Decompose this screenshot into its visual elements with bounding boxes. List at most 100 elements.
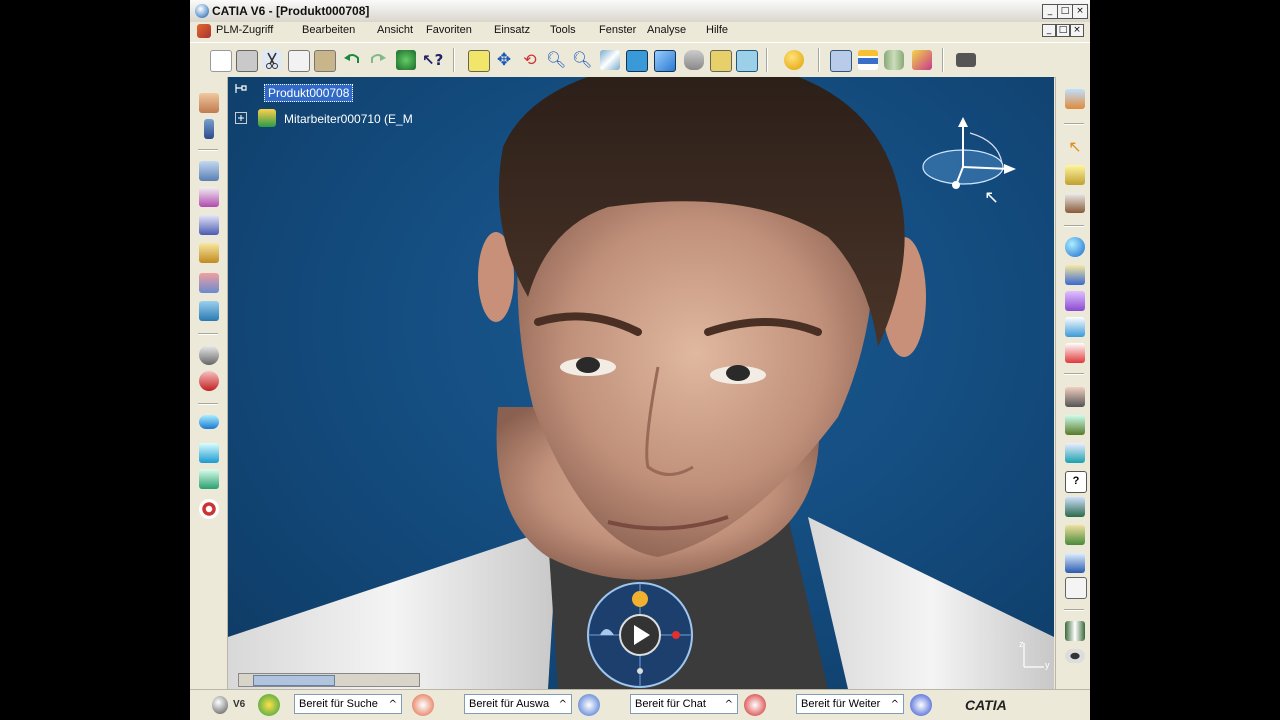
forward-kinematics-icon[interactable] xyxy=(199,243,219,263)
menu-plm-zugriff[interactable]: PLM-Zugriff xyxy=(216,24,273,36)
report-icon[interactable] xyxy=(1065,577,1087,599)
camera-icon[interactable] xyxy=(956,53,976,67)
clipboard-icon[interactable] xyxy=(1065,291,1085,311)
tree-child-node[interactable]: Mitarbeiter000710 (E_M xyxy=(284,112,413,126)
catalog-icon[interactable] xyxy=(1065,265,1085,285)
pan-icon[interactable]: ✥ xyxy=(494,50,514,70)
move-icon[interactable] xyxy=(199,273,219,293)
menu-hilfe[interactable]: Hilfe xyxy=(706,24,728,36)
zoom-in-icon[interactable]: 🔍︎ xyxy=(546,50,566,70)
search-status-field[interactable]: Bereit für Suche ^ xyxy=(294,694,402,714)
maximize-button[interactable]: □ xyxy=(1057,4,1073,19)
pill-icon[interactable] xyxy=(199,415,219,429)
catia-brand-logo: CATIA xyxy=(965,697,1007,713)
render-style-icon[interactable] xyxy=(684,50,704,70)
menu-bearbeiten[interactable]: Bearbeiten xyxy=(302,24,355,36)
hide-show-icon[interactable] xyxy=(710,50,732,72)
forward-status-field[interactable]: Bereit für Weiter ^ xyxy=(796,694,904,714)
sphere-add-icon[interactable] xyxy=(1065,237,1085,257)
chain-icon[interactable] xyxy=(199,469,219,489)
eye-icon[interactable] xyxy=(199,371,219,391)
3d-viewport[interactable]: Produkt000708 Mitarbeiter000710 (E_M ↖ z… xyxy=(228,77,1054,689)
minimize-button[interactable]: _ xyxy=(1042,4,1058,19)
assembly-icon[interactable] xyxy=(199,301,219,321)
mdi-close-button[interactable]: × xyxy=(1070,24,1084,37)
chat-status-field[interactable]: Bereit für Chat ^ xyxy=(630,694,738,714)
forward-icon[interactable] xyxy=(910,694,932,716)
swap-space-icon[interactable] xyxy=(736,50,758,72)
upload-icon[interactable] xyxy=(1065,553,1085,573)
chevron-up-icon[interactable]: ^ xyxy=(891,695,899,714)
close-button[interactable]: × xyxy=(1072,4,1088,19)
link-icon[interactable] xyxy=(199,443,219,463)
pin-icon[interactable] xyxy=(412,694,434,716)
menu-fenster[interactable]: Fenster xyxy=(599,24,636,36)
zoom-out-icon[interactable]: 🔍︎ xyxy=(572,50,592,70)
info-icon[interactable] xyxy=(578,694,600,716)
vision-icon[interactable] xyxy=(199,345,219,365)
refresh-icon[interactable] xyxy=(396,50,416,70)
select-icon[interactable]: ↖ xyxy=(1065,137,1085,157)
measure-icon[interactable] xyxy=(858,50,878,70)
3d-compass[interactable] xyxy=(918,113,1028,223)
workers-icon[interactable] xyxy=(1065,525,1085,545)
undo-icon[interactable] xyxy=(342,50,362,70)
tree-root-node[interactable]: Produkt000708 xyxy=(264,84,354,102)
person-weight-icon[interactable] xyxy=(1065,415,1085,435)
redo-icon[interactable] xyxy=(368,50,388,70)
tree-expand-icon[interactable] xyxy=(1065,193,1085,213)
cylinder-icon[interactable] xyxy=(884,50,904,70)
copy-icon[interactable] xyxy=(288,50,310,72)
menu-favoriten[interactable]: Favoriten xyxy=(426,24,472,36)
tree-expand-icon[interactable] xyxy=(235,112,247,124)
rotate-icon[interactable]: ⟲ xyxy=(520,50,540,70)
mdi-minimize-button[interactable]: _ xyxy=(1042,24,1056,37)
walk-person-icon[interactable] xyxy=(1065,497,1085,517)
angle-icon[interactable] xyxy=(199,215,219,235)
fit-all-icon[interactable] xyxy=(468,50,490,72)
paste-icon[interactable] xyxy=(314,50,336,72)
chat-icon[interactable] xyxy=(744,694,766,716)
help-icon[interactable]: ? xyxy=(1065,471,1087,493)
person-add-icon[interactable] xyxy=(1065,387,1085,407)
shapes-red-icon[interactable] xyxy=(1065,343,1085,363)
menu-ansicht[interactable]: Ansicht xyxy=(377,24,413,36)
box-icon[interactable] xyxy=(912,50,932,70)
plm-properties-icon[interactable] xyxy=(830,50,852,72)
select-trap-icon[interactable] xyxy=(1065,165,1085,185)
search-compass-icon[interactable] xyxy=(258,694,280,716)
print-icon[interactable] xyxy=(236,50,258,72)
tree-scrollbar[interactable] xyxy=(238,673,420,687)
chevron-up-icon[interactable]: ^ xyxy=(389,695,397,714)
menu-einsatz[interactable]: Einsatz xyxy=(494,24,530,36)
posture-icon[interactable] xyxy=(204,119,214,139)
toolbar-separator xyxy=(1064,609,1084,611)
reach-icon[interactable] xyxy=(199,187,219,207)
title-bar: CATIA V6 - [Produkt000708] _ □ × xyxy=(190,0,1090,23)
mdi-restore-button[interactable]: □ xyxy=(1056,24,1070,37)
chevron-up-icon[interactable]: ^ xyxy=(559,695,567,714)
film-icon[interactable] xyxy=(1065,621,1085,641)
iso-view-icon[interactable] xyxy=(654,50,676,72)
target-icon[interactable] xyxy=(199,499,219,519)
new-icon[interactable] xyxy=(210,50,232,72)
normal-view-icon[interactable] xyxy=(600,50,620,70)
manikin-standing-icon[interactable] xyxy=(1065,89,1085,109)
shapes-icon[interactable] xyxy=(1065,317,1085,337)
cut-icon[interactable] xyxy=(262,50,282,70)
robot-radial-menu[interactable] xyxy=(586,581,694,689)
menu-analyse[interactable]: Analyse xyxy=(647,24,686,36)
whats-this-icon[interactable]: ↖? xyxy=(422,50,443,70)
look-icon[interactable] xyxy=(1065,649,1085,663)
walk-icon[interactable] xyxy=(199,161,219,181)
measure-add-icon[interactable] xyxy=(1065,443,1085,463)
menu-tools[interactable]: Tools xyxy=(550,24,576,36)
chevron-up-icon[interactable]: ^ xyxy=(725,695,733,714)
document-icon[interactable] xyxy=(197,24,211,38)
manikin-icon[interactable] xyxy=(199,93,219,113)
selection-status-text: Bereit für Auswa xyxy=(469,698,550,710)
sphere-icon[interactable] xyxy=(784,50,804,70)
scrollbar-thumb[interactable] xyxy=(253,675,335,686)
selection-status-field[interactable]: Bereit für Auswa ^ xyxy=(464,694,572,714)
quick-view-icon[interactable] xyxy=(626,50,648,72)
